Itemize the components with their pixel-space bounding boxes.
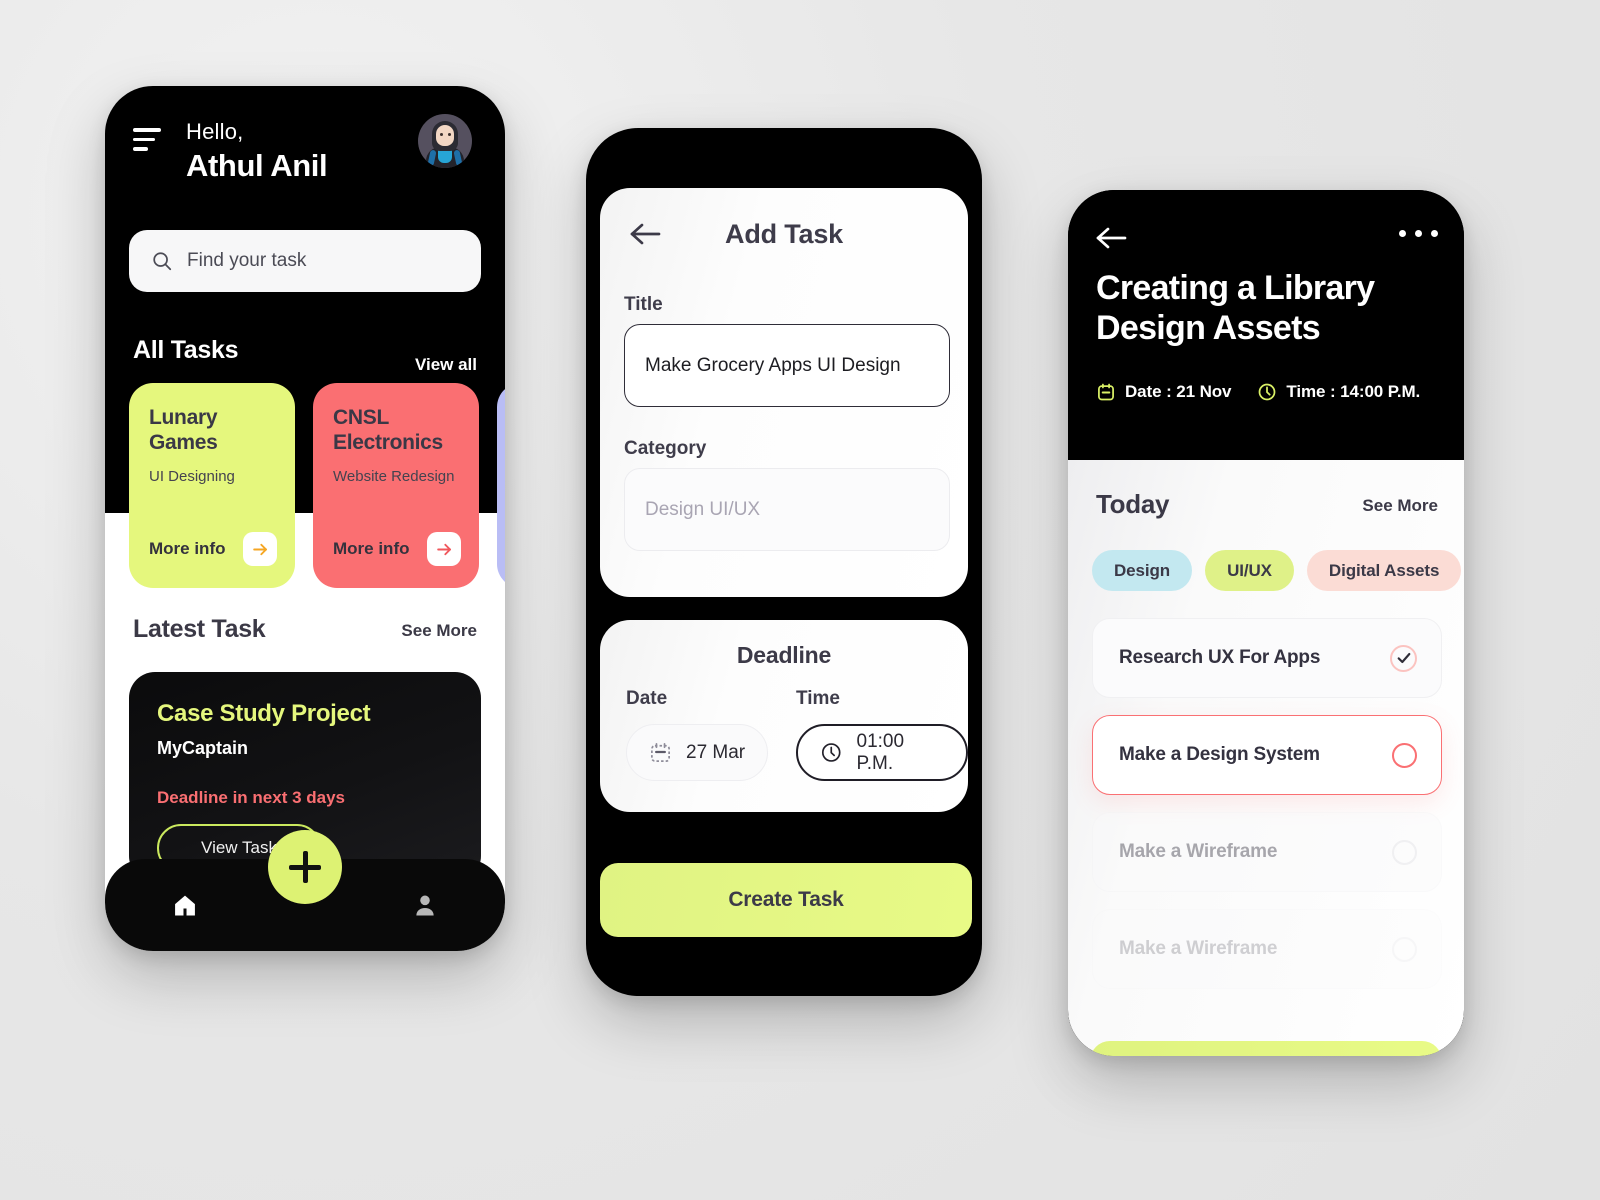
latest-task-title: Case Study Project [157, 700, 371, 727]
checkbox-unchecked-icon[interactable] [1392, 742, 1417, 768]
avatar-eye-left [440, 133, 443, 136]
more-info-label[interactable]: More info [333, 539, 410, 559]
home-icon[interactable] [171, 891, 199, 919]
task-card-footer: More info [333, 532, 461, 566]
phone-task-detail-screen: Creating a Library Design Assets Date : … [1068, 190, 1464, 1056]
checkbox-unchecked-icon[interactable] [1392, 936, 1417, 962]
title-field-label: Title [624, 294, 663, 315]
chip-digital-assets[interactable]: Digital Assets [1306, 550, 1462, 591]
see-more-link[interactable]: See More [1362, 496, 1438, 516]
title-field[interactable]: Make Grocery Apps UI Design [624, 324, 950, 407]
task-list-item[interactable]: Make a Wireframe [1092, 812, 1442, 892]
search-input[interactable]: Find your task [129, 230, 481, 292]
avatar-eye-right [448, 133, 451, 136]
greeting-label: Hello, [186, 119, 244, 144]
date-value: 27 Mar [686, 741, 746, 763]
view-all-link[interactable]: View all [415, 355, 477, 375]
person-icon[interactable] [411, 891, 439, 919]
task-detail-date: Date : 21 Nov [1096, 382, 1232, 402]
calendar-icon [651, 743, 670, 762]
task-detail-hero: Creating a Library Design Assets Date : … [1068, 190, 1464, 460]
date-text: Date : 21 Nov [1125, 382, 1232, 401]
clock-icon [1259, 383, 1276, 401]
see-more-link[interactable]: See More [401, 621, 477, 641]
all-tasks-heading: All Tasks [133, 336, 239, 364]
task-list-item[interactable]: Research UX For Apps [1092, 618, 1442, 698]
task-card-subtitle: Website Redesign [333, 468, 455, 486]
time-value: 01:00 P.M. [856, 730, 905, 774]
category-field-label: Category [624, 438, 707, 459]
clock-icon [821, 743, 841, 762]
task-detail-sheet: Today See More Design UI/UX Digital Asse… [1068, 460, 1464, 1056]
calendar-icon [1098, 383, 1114, 401]
phone-add-task-screen: Add Task Title Make Grocery Apps UI Desi… [586, 128, 982, 996]
date-label: Date [626, 688, 668, 709]
date-picker[interactable]: 27 Mar [626, 724, 769, 781]
back-arrow-icon[interactable] [1096, 226, 1128, 250]
latest-task-heading: Latest Task [133, 615, 266, 643]
hamburger-menu-icon[interactable] [133, 128, 163, 151]
category-chip-row[interactable]: Design UI/UX Digital Assets [1092, 550, 1464, 591]
task-list-item[interactable]: Make a Wireframe [1092, 909, 1442, 989]
avatar[interactable] [418, 114, 472, 168]
task-label: Make a Design System [1119, 744, 1320, 765]
add-task-form-card: Add Task Title Make Grocery Apps UI Desi… [600, 188, 968, 597]
task-card-subtitle: UI Designing [149, 468, 235, 486]
more-info-label[interactable]: More info [149, 539, 226, 559]
today-heading: Today [1096, 489, 1170, 519]
task-card-carousel[interactable]: Lunary Games UI Designing More info CNSL… [129, 383, 505, 588]
deadline-heading: Deadline [736, 642, 832, 668]
search-icon [153, 252, 172, 271]
time-text: Time : 14:00 P.M. [1286, 382, 1421, 401]
task-card[interactable]: CNSL Electronics Website Redesign More i… [313, 383, 479, 588]
search-placeholder: Find your task [187, 250, 307, 271]
user-name: Athul Anil [186, 148, 328, 183]
task-card-title: CNSL Electronics [333, 406, 443, 455]
task-label: Research UX For Apps [1119, 647, 1321, 668]
task-card[interactable] [497, 383, 505, 588]
deadline-card: Deadline Date Time 27 Mar 01:00 P.M. [600, 620, 968, 812]
time-label: Time [796, 688, 841, 709]
latest-task-client: MyCaptain [157, 738, 249, 758]
checkbox-checked-icon[interactable] [1390, 644, 1417, 672]
category-field[interactable]: Design UI/UX [624, 468, 950, 551]
phone-home-screen: Hello, Athul Anil All Tasks View all Fin… [105, 86, 505, 951]
add-task-fab[interactable] [268, 830, 342, 904]
task-list-item[interactable]: Make a Design System [1092, 715, 1442, 795]
task-label: Make a Wireframe [1119, 938, 1278, 959]
task-card[interactable]: Lunary Games UI Designing More info [129, 383, 295, 588]
create-task-button[interactable]: Create Task [600, 863, 972, 937]
arrow-right-icon[interactable] [243, 532, 277, 566]
task-card-footer: More info [149, 532, 277, 566]
time-picker[interactable]: 01:00 P.M. [796, 724, 968, 781]
task-label: Make a Wireframe [1119, 841, 1278, 862]
task-detail-meta: Date : 21 Nov Time : 14:00 P.M. [1096, 382, 1420, 402]
arrow-right-icon[interactable] [427, 532, 461, 566]
title-field-value: Make Grocery Apps UI Design [645, 354, 901, 376]
latest-task-deadline: Deadline in next 3 days [157, 788, 346, 807]
task-card-title: Lunary Games [149, 406, 218, 455]
chip-uiux[interactable]: UI/UX [1205, 550, 1294, 591]
category-field-placeholder: Design UI/UX [645, 498, 761, 520]
chip-design[interactable]: Design [1092, 550, 1193, 591]
task-detail-time: Time : 14:00 P.M. [1257, 382, 1420, 402]
task-detail-title: Creating a Library Design Assets [1096, 269, 1375, 348]
add-more-task-button[interactable]: Add More Task [1090, 1041, 1442, 1056]
avatar-face [436, 125, 454, 146]
page-title: Add Task [725, 219, 843, 249]
checkbox-unchecked-icon[interactable] [1392, 839, 1417, 865]
more-horizontal-icon[interactable] [1399, 230, 1438, 237]
